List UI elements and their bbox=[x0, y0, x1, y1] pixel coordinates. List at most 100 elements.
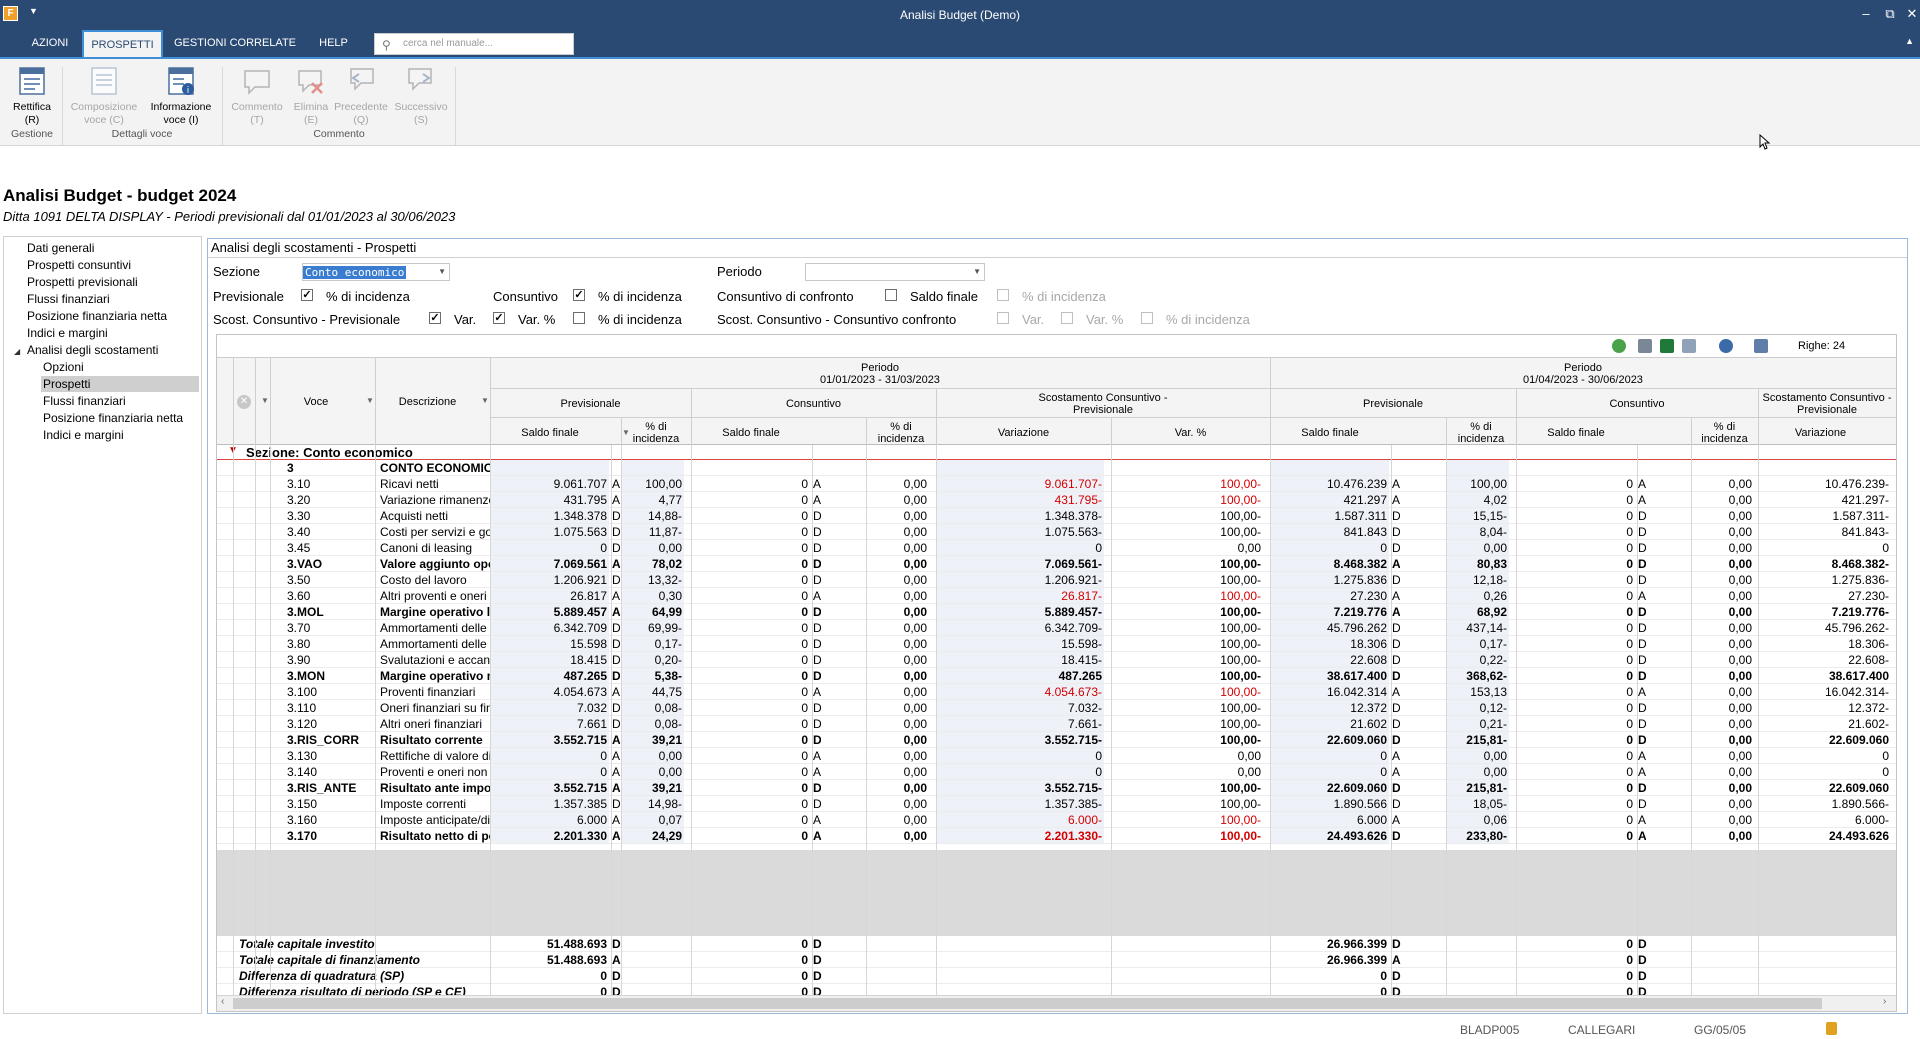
table-row[interactable]: 3.120 Altri oneri finanziari 7.661 D 0,08- 0 D… bbox=[217, 716, 1896, 732]
table-cell: 0,00 bbox=[1728, 829, 1752, 843]
rettifica-button[interactable]: Rettifica (R) bbox=[4, 65, 60, 127]
table-row[interactable]: 3.30 Acquisti netti 1.348.378 D 14,88- 0 D 0,00… bbox=[217, 508, 1896, 524]
nav-item-posizione-finanziaria-netta[interactable]: Posizione finanziaria netta bbox=[27, 308, 167, 324]
table-row[interactable]: 3.45 Canoni di leasing 0 D 0,00 0 D 0,00 0 0,00 0 D… bbox=[217, 540, 1896, 556]
confronto-pct-checkbox[interactable] bbox=[997, 289, 1009, 301]
col-pct-2[interactable]: % di bbox=[866, 421, 936, 433]
col-pct-1[interactable]: % di bbox=[621, 421, 691, 433]
table-cell: 0 bbox=[801, 765, 808, 779]
periodo-select[interactable]: ▼ bbox=[805, 263, 985, 281]
scrollbar-thumb[interactable] bbox=[233, 998, 1822, 1009]
chevron-down-icon[interactable]: ▼ bbox=[366, 396, 374, 405]
col-saldo-1[interactable]: Saldo finale bbox=[490, 427, 610, 439]
status-lock-icon[interactable] bbox=[1826, 1022, 1837, 1035]
table-row[interactable]: 3.MOLMargine operativo lordo5.889.457A64… bbox=[217, 604, 1896, 620]
minimize-icon[interactable]: – bbox=[1856, 6, 1876, 21]
sezione-select[interactable]: Conto economico ▼ bbox=[302, 263, 450, 281]
table-row[interactable]: 3.160Imposte anticipate/differite6.000A0… bbox=[217, 812, 1896, 828]
nav-item-prospetti-consuntivi[interactable]: Prospetti consuntivi bbox=[27, 257, 131, 273]
col-saldo-2[interactable]: Saldo finale bbox=[691, 427, 811, 439]
table-row[interactable]: 3.110Oneri finanziari su finanziamenti7.… bbox=[217, 700, 1896, 716]
table-cell: 0,00 bbox=[1446, 540, 1509, 555]
composizione-voce-button[interactable]: Composizione voce (C) bbox=[66, 65, 142, 127]
scost-pct-checkbox[interactable] bbox=[573, 312, 585, 324]
zoom-icon[interactable] bbox=[1719, 339, 1733, 353]
tab-help[interactable]: HELP bbox=[305, 30, 362, 57]
successivo-button[interactable]: Successivo (S) bbox=[392, 65, 450, 127]
consuntivo-pct-checkbox[interactable]: ✓ bbox=[573, 289, 585, 301]
table-row[interactable]: 3.70Ammortamenti delle immobilizzazioni6… bbox=[217, 620, 1896, 636]
table-row[interactable]: 3 CONTO ECONOMICO bbox=[217, 460, 1896, 476]
table-row[interactable]: 3.100 Proventi finanziari 4.054.673 A 44,75 0… bbox=[217, 684, 1896, 700]
scost-cc-var-checkbox[interactable] bbox=[997, 312, 1009, 324]
table-row[interactable]: 3.VAOValore aggiunto operativo7.069.561A… bbox=[217, 556, 1896, 572]
col-saldo-4[interactable]: Saldo finale bbox=[1516, 427, 1636, 439]
scroll-left-icon[interactable]: ‹ bbox=[221, 996, 224, 1007]
table-row[interactable]: 3.150 Imposte correnti 1.357.385 D 14,98- 0 D 0… bbox=[217, 796, 1896, 812]
title-bar: F ▼ Analisi Budget (Demo) – ⧉ ✕ bbox=[0, 0, 1920, 30]
table-row[interactable]: 3.130 Rettifiche di valore di attività/pa… bbox=[217, 748, 1896, 764]
col-saldo-3[interactable]: Saldo finale bbox=[1270, 427, 1390, 439]
table-cell: D bbox=[612, 653, 620, 667]
tab-azioni[interactable]: AZIONI bbox=[18, 30, 82, 57]
columns-icon[interactable] bbox=[1754, 339, 1768, 353]
nav-item-dati-generali[interactable]: Dati generali bbox=[27, 240, 94, 256]
nav-item-indici-e-margini[interactable]: Indici e margini bbox=[27, 325, 108, 341]
table-row[interactable]: 3.80Ammortamenti delle immobilizzazioni1… bbox=[217, 636, 1896, 652]
chevron-down-icon[interactable]: ▼ bbox=[481, 396, 489, 405]
collapse-ribbon-icon[interactable]: ▲ bbox=[1905, 36, 1914, 46]
nav-item-opzioni[interactable]: Opzioni bbox=[43, 359, 84, 375]
table-row[interactable]: 3.90Svalutazioni e accantonamenti18.415D… bbox=[217, 652, 1896, 668]
cell-voce: 3.160 bbox=[287, 813, 318, 827]
nav-item-sub-indici[interactable]: Indici e margini bbox=[43, 427, 124, 443]
restore-icon[interactable]: ⧉ bbox=[1880, 6, 1900, 22]
excel-icon[interactable] bbox=[1660, 339, 1674, 353]
col-pct-4[interactable]: % di bbox=[1691, 421, 1758, 433]
col-varpct-1[interactable]: Var. % bbox=[1111, 427, 1270, 439]
nav-item-prospetti-selected[interactable]: Prospetti bbox=[41, 376, 199, 392]
table-row[interactable]: 3.50 Costo del lavoro 1.206.921 D 13,32- 0 D 0,… bbox=[217, 572, 1896, 588]
commento-button[interactable]: Commento (T) bbox=[228, 65, 286, 127]
table-row[interactable]: 3.RIS_CORR Risultato corrente 3.552.715 A 39… bbox=[217, 732, 1896, 748]
col-variazione-2[interactable]: Variazione bbox=[1758, 427, 1883, 439]
table-row[interactable]: 3.60Altri proventi e oneri operativi26.8… bbox=[217, 588, 1896, 604]
scost-cc-pct-checkbox[interactable] bbox=[1141, 312, 1153, 324]
precedente-button[interactable]: Precedente (Q) bbox=[334, 65, 388, 127]
col-descrizione[interactable]: Descrizione bbox=[375, 396, 480, 408]
tab-prospetti[interactable]: PROSPETTI bbox=[82, 30, 163, 57]
search-input[interactable]: ⚲ cerca nel manuale... bbox=[374, 33, 574, 55]
print-icon[interactable] bbox=[1638, 339, 1652, 353]
tab-gestioni-correlate[interactable]: GESTIONI CORRELATE bbox=[170, 30, 300, 57]
previsionale-pct-checkbox[interactable]: ✓ bbox=[301, 289, 313, 301]
fit-columns-icon[interactable] bbox=[1682, 339, 1696, 353]
nav-item-sub-posizione[interactable]: Posizione finanziaria netta bbox=[43, 410, 183, 426]
nav-item-flussi-finanziari[interactable]: Flussi finanziari bbox=[27, 291, 110, 307]
table-row[interactable]: 3.140Proventi e oneri non ricorrenti0A0,… bbox=[217, 764, 1896, 780]
col-pct-3[interactable]: % di bbox=[1446, 421, 1516, 433]
chevron-down-icon[interactable]: ▼ bbox=[261, 396, 269, 405]
col-voce[interactable]: Voce bbox=[270, 396, 362, 408]
table-row[interactable]: 3.20 Variazione rimanenze 431.795 A 4,77 0 A 0,… bbox=[217, 492, 1896, 508]
refresh-icon[interactable] bbox=[1612, 339, 1626, 353]
table-row[interactable]: 3.40Costi per servizi e godimento1.075.5… bbox=[217, 524, 1896, 540]
expand-icon[interactable]: ◢ bbox=[14, 347, 20, 356]
confronto-saldo-checkbox[interactable] bbox=[885, 289, 897, 301]
elimina-button[interactable]: Elimina (E) bbox=[288, 65, 334, 127]
col-variazione-1[interactable]: Variazione bbox=[936, 427, 1111, 439]
table-row[interactable]: 3.10 Ricavi netti 9.061.707 A 100,00 0 A 0,00 9.… bbox=[217, 476, 1896, 492]
clear-filter-icon[interactable]: ✕ bbox=[237, 395, 251, 409]
scost-var-checkbox[interactable]: ✓ bbox=[493, 312, 505, 324]
nav-item-prospetti-previsionali[interactable]: Prospetti previsionali bbox=[27, 274, 138, 290]
table-row[interactable]: 3.RIS_ANTERisultato ante imposte3.552.71… bbox=[217, 780, 1896, 796]
table-row[interactable]: 3.170Risultato netto di periodo2.201.330… bbox=[217, 828, 1896, 844]
section-row[interactable]: ▼ Sezione: Conto economico bbox=[217, 445, 1896, 460]
scroll-right-icon[interactable]: › bbox=[1883, 996, 1886, 1007]
horizontal-scrollbar[interactable]: ‹ › bbox=[217, 995, 1896, 1011]
nav-item-analisi-scostamenti[interactable]: Analisi degli scostamenti bbox=[27, 342, 158, 358]
table-row[interactable]: 3.MONMargine operativo netto487.265D5,38… bbox=[217, 668, 1896, 684]
nav-item-sub-flussi[interactable]: Flussi finanziari bbox=[43, 393, 126, 409]
scost-cp-checkbox[interactable]: ✓ bbox=[429, 312, 441, 324]
scost-cc-varpct-checkbox[interactable] bbox=[1061, 312, 1073, 324]
close-icon[interactable]: ✕ bbox=[1902, 6, 1920, 22]
informazione-voce-button[interactable]: i Informazione voce (I) bbox=[144, 65, 218, 127]
